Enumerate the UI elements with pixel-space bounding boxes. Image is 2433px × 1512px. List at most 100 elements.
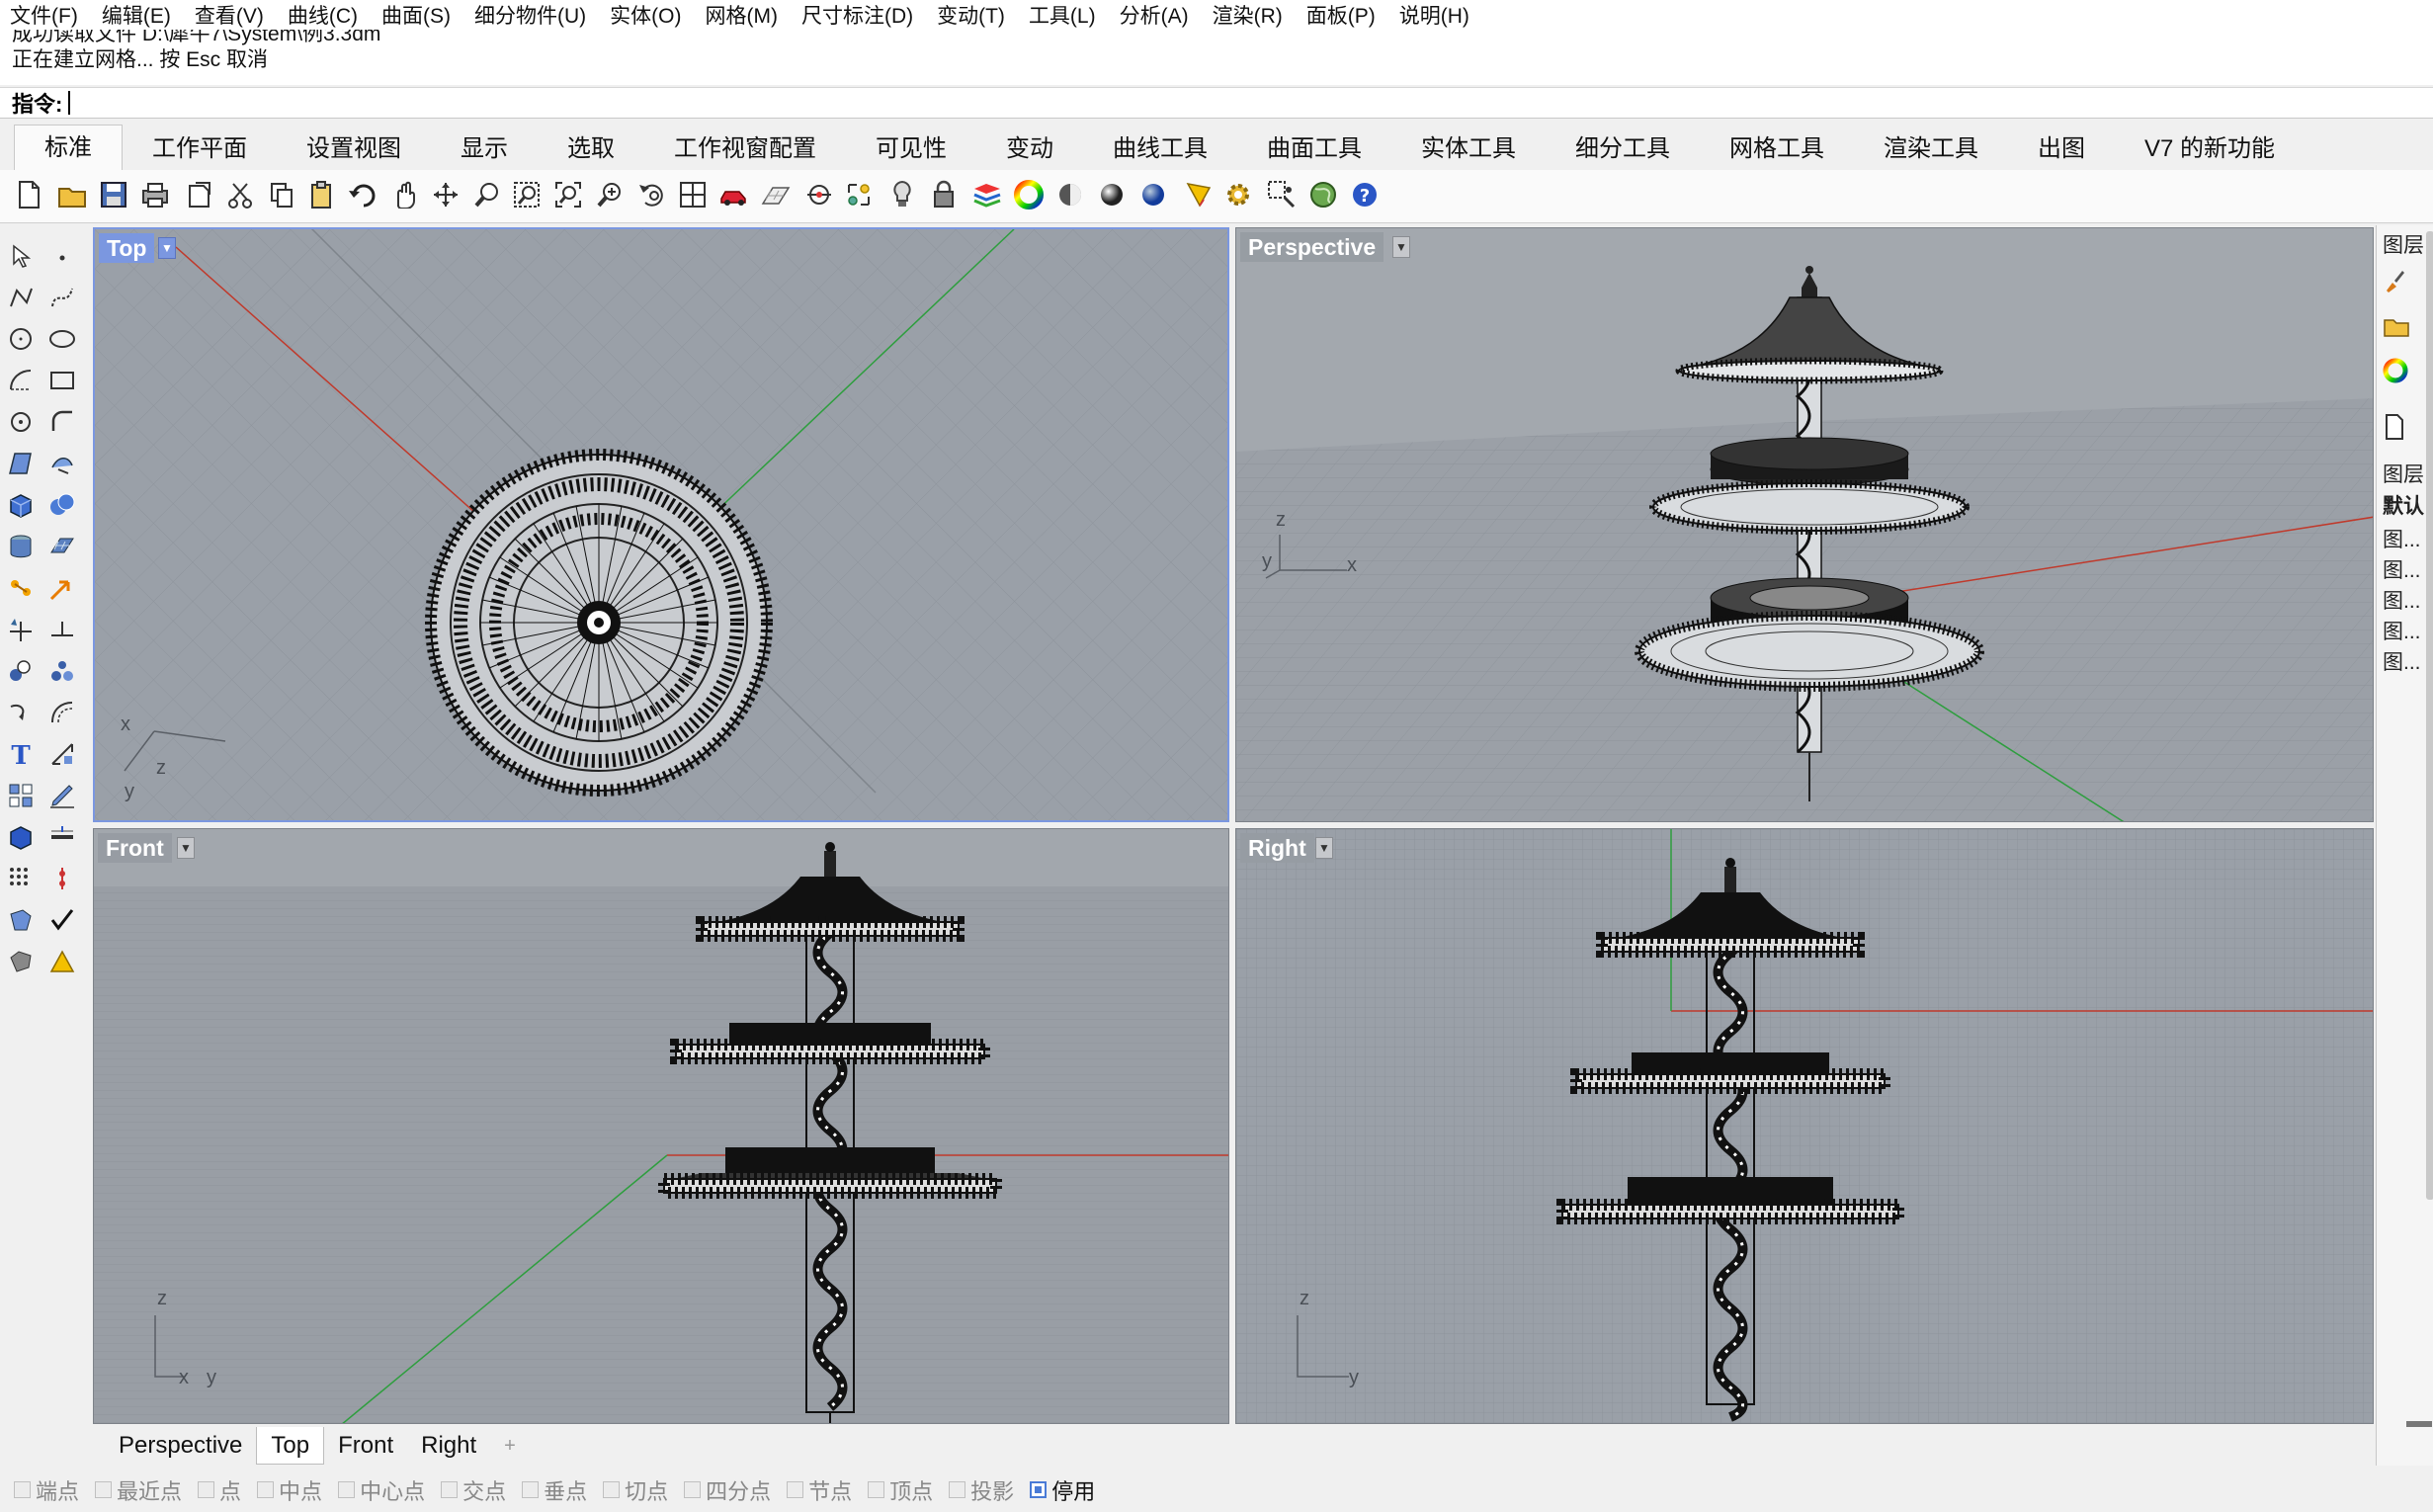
blue-sphere-icon[interactable]: [1136, 178, 1170, 211]
osnap-checkbox[interactable]: [338, 1481, 356, 1498]
layer-item[interactable]: 图...: [2383, 646, 2421, 676]
toolbar-tab[interactable]: 设置视图: [277, 126, 431, 170]
osnap-option[interactable]: 中心点: [338, 1474, 425, 1506]
menu-item[interactable]: 分析(A): [1120, 0, 1189, 30]
document-icon[interactable]: [2383, 413, 2406, 447]
toolbar-tab[interactable]: 可见性: [846, 126, 976, 170]
material-sphere-icon[interactable]: [1053, 178, 1087, 211]
cplane-icon[interactable]: [802, 178, 836, 211]
pan-hand-icon[interactable]: [387, 178, 421, 211]
layer-default[interactable]: 默认: [2383, 490, 2424, 520]
undo-icon[interactable]: [346, 178, 379, 211]
menu-item[interactable]: 实体(O): [610, 0, 681, 30]
command-input[interactable]: [68, 91, 71, 115]
join-icon[interactable]: [4, 696, 38, 729]
viewport-tab[interactable]: Top: [256, 1427, 325, 1465]
toolbar-tab[interactable]: 工作视窗配置: [644, 126, 846, 170]
osnap-checkbox[interactable]: [14, 1481, 31, 1498]
zoom-window-icon[interactable]: [510, 178, 544, 211]
ellipse-icon[interactable]: [45, 322, 79, 356]
globe-icon[interactable]: [1306, 178, 1340, 211]
folder-icon[interactable]: [2383, 314, 2410, 344]
zoom-extents-icon[interactable]: [551, 178, 585, 211]
cut-icon[interactable]: [223, 178, 257, 211]
viewport-tab[interactable]: Front: [324, 1427, 407, 1465]
rotate-view-icon[interactable]: [429, 178, 462, 211]
osnap-option[interactable]: 垂点: [522, 1474, 587, 1506]
osnap-checkbox[interactable]: [95, 1481, 113, 1498]
render-preview-icon[interactable]: [45, 945, 79, 978]
gumball-icon[interactable]: [45, 862, 79, 895]
viewport-label[interactable]: Perspective: [1240, 232, 1384, 262]
viewport-top[interactable]: Top ▼ x z y: [93, 227, 1229, 822]
osnap-checkbox[interactable]: [441, 1481, 459, 1498]
menu-item[interactable]: 曲线(C): [288, 0, 358, 30]
point-icon[interactable]: [45, 239, 79, 273]
paste-icon[interactable]: [304, 178, 338, 211]
lock-icon[interactable]: [927, 178, 961, 211]
menu-item[interactable]: 网格(M): [705, 0, 777, 30]
menu-item[interactable]: 渲染(R): [1213, 0, 1283, 30]
layer-item[interactable]: 图...: [2383, 616, 2421, 645]
osnap-checkbox[interactable]: [257, 1481, 275, 1498]
cylinder-icon[interactable]: [4, 530, 38, 563]
viewport-tab[interactable]: Perspective: [105, 1427, 256, 1465]
offset-icon[interactable]: [45, 696, 79, 729]
viewport-label[interactable]: Right: [1240, 833, 1314, 863]
gear-icon[interactable]: [1221, 178, 1255, 211]
osnap-checkbox[interactable]: [868, 1481, 885, 1498]
menu-item[interactable]: 查看(V): [195, 0, 264, 30]
viewport-perspective[interactable]: Perspective ▼ z y x: [1235, 227, 2374, 822]
dimension-icon[interactable]: [45, 737, 79, 771]
toolbar-tab[interactable]: 网格工具: [1700, 126, 1854, 170]
osnap-option[interactable]: 切点: [603, 1474, 668, 1506]
toolbar-tab[interactable]: 选取: [538, 126, 644, 170]
toolbar-tab[interactable]: 出图: [2008, 126, 2115, 170]
osnap-option[interactable]: 最近点: [95, 1474, 182, 1506]
trim-icon[interactable]: [4, 613, 38, 646]
chevron-down-icon[interactable]: ▼: [1315, 837, 1333, 859]
toolbar-tab[interactable]: 曲线工具: [1083, 126, 1237, 170]
brush-icon[interactable]: [2383, 269, 2406, 298]
menu-item[interactable]: 细分物件(U): [474, 0, 586, 30]
osnap-option[interactable]: 投影: [949, 1474, 1014, 1506]
panel-splitter[interactable]: [2406, 1421, 2432, 1427]
circle-icon[interactable]: [4, 322, 38, 356]
transform-icon[interactable]: [4, 571, 38, 605]
viewport-tab[interactable]: Right: [407, 1427, 490, 1465]
viewport-front[interactable]: Front ▼ z x y: [93, 828, 1229, 1424]
mesh-plane-icon[interactable]: [45, 530, 79, 563]
osnap-option[interactable]: 中点: [257, 1474, 322, 1506]
layer-icon[interactable]: [970, 178, 1004, 211]
toolbar-tab[interactable]: 实体工具: [1391, 126, 1546, 170]
ungroup-icon[interactable]: [45, 654, 79, 688]
select-arrow-icon[interactable]: [4, 239, 38, 273]
save-icon[interactable]: [97, 178, 130, 211]
layer-item[interactable]: 图...: [2383, 554, 2421, 584]
solid-edit-icon[interactable]: [4, 903, 38, 937]
toolbar-tab[interactable]: 曲面工具: [1237, 126, 1391, 170]
menu-item[interactable]: 编辑(E): [102, 0, 171, 30]
menu-item[interactable]: 变动(T): [937, 0, 1005, 30]
osnap-checkbox[interactable]: [603, 1481, 621, 1498]
light-icon[interactable]: [885, 178, 919, 211]
rectangle-icon[interactable]: [45, 364, 79, 397]
toolbar-tab[interactable]: 变动: [976, 126, 1083, 170]
shade-icon[interactable]: [4, 945, 38, 978]
layer-item[interactable]: 图...: [2383, 585, 2421, 615]
osnap-option[interactable]: 四分点: [684, 1474, 771, 1506]
check-icon[interactable]: [45, 903, 79, 937]
osnap-checkbox[interactable]: [787, 1481, 804, 1498]
osnap-checkbox[interactable]: [522, 1481, 540, 1498]
osnap-option[interactable]: 端点: [14, 1474, 79, 1506]
arc-icon[interactable]: [4, 364, 38, 397]
curve-icon[interactable]: [45, 281, 79, 314]
box-icon[interactable]: [4, 488, 38, 522]
polyline-icon[interactable]: [4, 281, 38, 314]
split-icon[interactable]: [45, 613, 79, 646]
chevron-down-icon[interactable]: ▼: [1392, 236, 1410, 258]
polygon-icon[interactable]: [4, 405, 38, 439]
menu-item[interactable]: 说明(H): [1399, 0, 1469, 30]
point-grid-icon[interactable]: [4, 862, 38, 895]
viewport-label[interactable]: Top: [99, 233, 155, 263]
